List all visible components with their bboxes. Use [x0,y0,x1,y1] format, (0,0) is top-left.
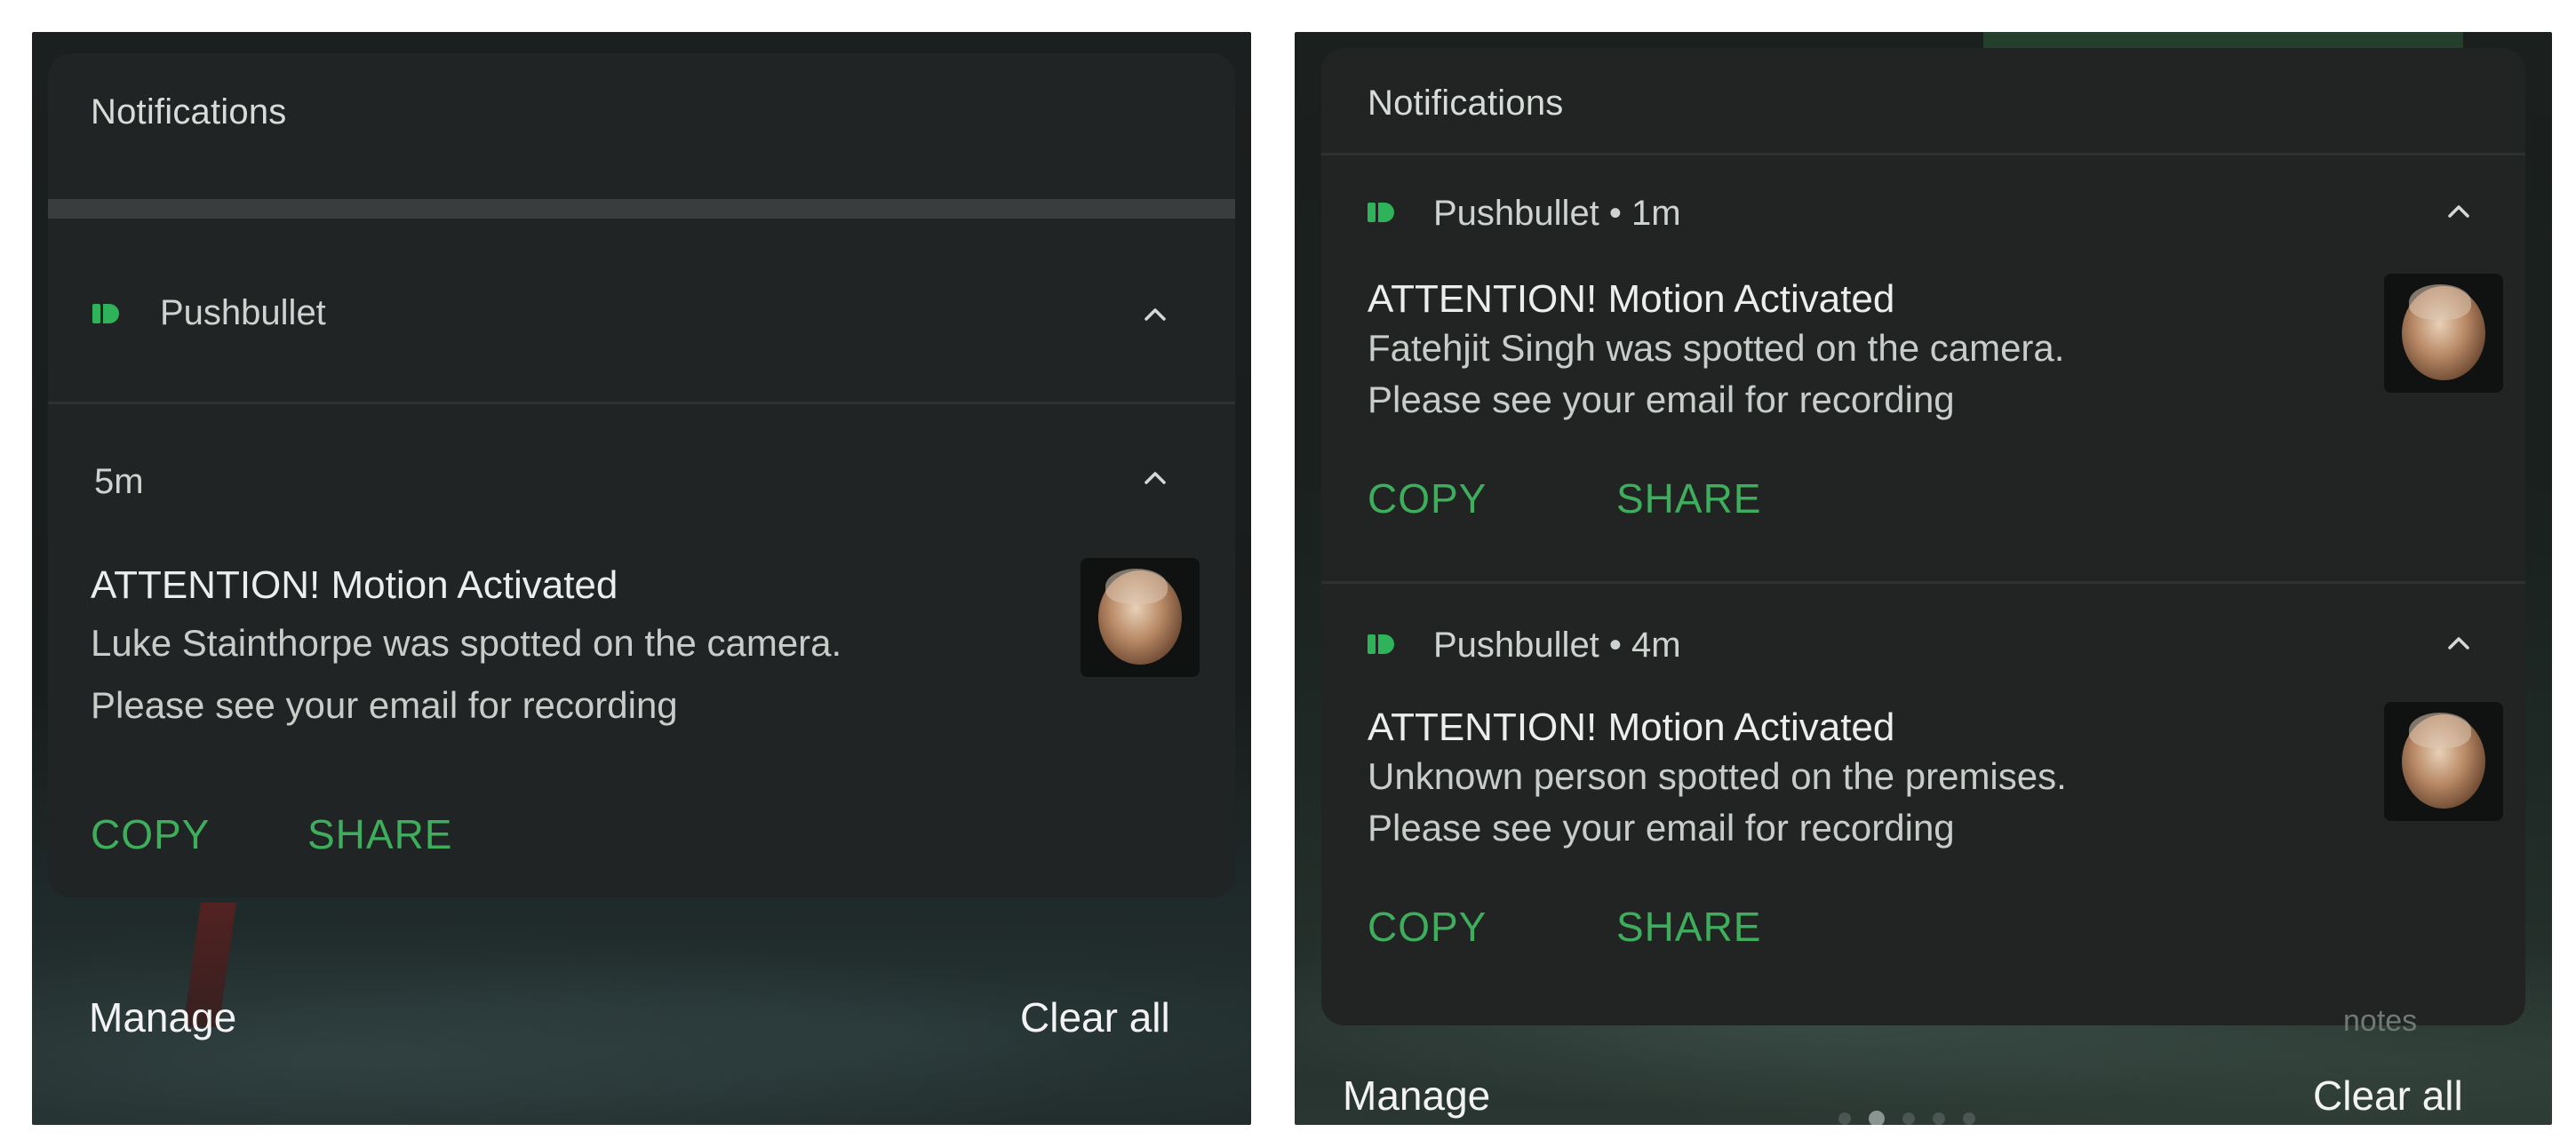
row-divider [1321,153,2525,155]
notification-body-line: Unknown person spotted on the premises. [1368,755,2067,797]
page-indicator-dot [1933,1112,1945,1125]
chevron-up-icon[interactable] [2443,627,2475,659]
app-name-and-time: Pushbullet • 4m [1433,626,1681,665]
page-indicator-dot [1838,1112,1851,1125]
notifications-header: Notifications [91,92,287,132]
pushbullet-icon [92,304,119,323]
pushbullet-icon [1368,203,1394,222]
app-name: Pushbullet [160,293,326,332]
pushbullet-icon [1368,634,1394,654]
notification-body-line: Please see your email for recording [91,684,678,726]
notification-card: Notifications Pushbullet • 1m ATTENTION!… [1321,48,2525,1025]
copy-button[interactable]: COPY [1368,474,1487,522]
chevron-up-icon[interactable] [2443,195,2475,227]
manage-button[interactable]: Manage [1343,1072,1490,1120]
notification-card: Notifications Pushbullet 5m ATTENTION! M… [48,53,1235,897]
page-indicator-dot-active [1869,1111,1885,1125]
app-name-and-time: Pushbullet • 1m [1433,194,1681,233]
camera-snapshot-avatar [2384,274,2503,393]
clear-all-button[interactable]: Clear all [2313,1072,2463,1120]
notification-body-line: Please see your email for recording [1368,379,1955,420]
copy-button[interactable]: COPY [1368,903,1487,951]
notification-body-line: Fatehjit Singh was spotted on the camera… [1368,327,2065,369]
chevron-up-icon[interactable] [1139,299,1171,331]
notification-shade-left: Notifications Pushbullet 5m ATTENTION! M… [32,32,1251,1125]
notification-time: 5m [94,462,144,501]
row-divider [1321,581,2525,584]
page-indicator-dot [1963,1112,1975,1125]
page-indicator-dot [1902,1112,1915,1125]
notification-body-line: Please see your email for recording [1368,807,1955,849]
share-button[interactable]: SHARE [1616,903,1761,951]
notification-shade-right: Notifications Pushbullet • 1m ATTENTION!… [1295,32,2552,1125]
camera-snapshot-avatar [2384,702,2503,821]
notification-title: ATTENTION! Motion Activated [91,563,618,607]
home-app-label: notes [2343,1004,2418,1038]
manage-button[interactable]: Manage [89,993,236,1041]
share-button[interactable]: SHARE [1616,474,1761,522]
notifications-header: Notifications [1368,84,1564,123]
notification-body-line: Luke Stainthorpe was spotted on the came… [91,622,842,664]
clear-all-button[interactable]: Clear all [1020,993,1170,1041]
row-divider [48,402,1235,404]
camera-snapshot-avatar [1081,558,1200,677]
notification-title: ATTENTION! Motion Activated [1368,277,1895,321]
notification-title: ATTENTION! Motion Activated [1368,706,1895,749]
section-divider [48,199,1235,219]
chevron-up-icon[interactable] [1139,462,1171,494]
copy-button[interactable]: COPY [91,810,210,858]
share-button[interactable]: SHARE [307,810,452,858]
